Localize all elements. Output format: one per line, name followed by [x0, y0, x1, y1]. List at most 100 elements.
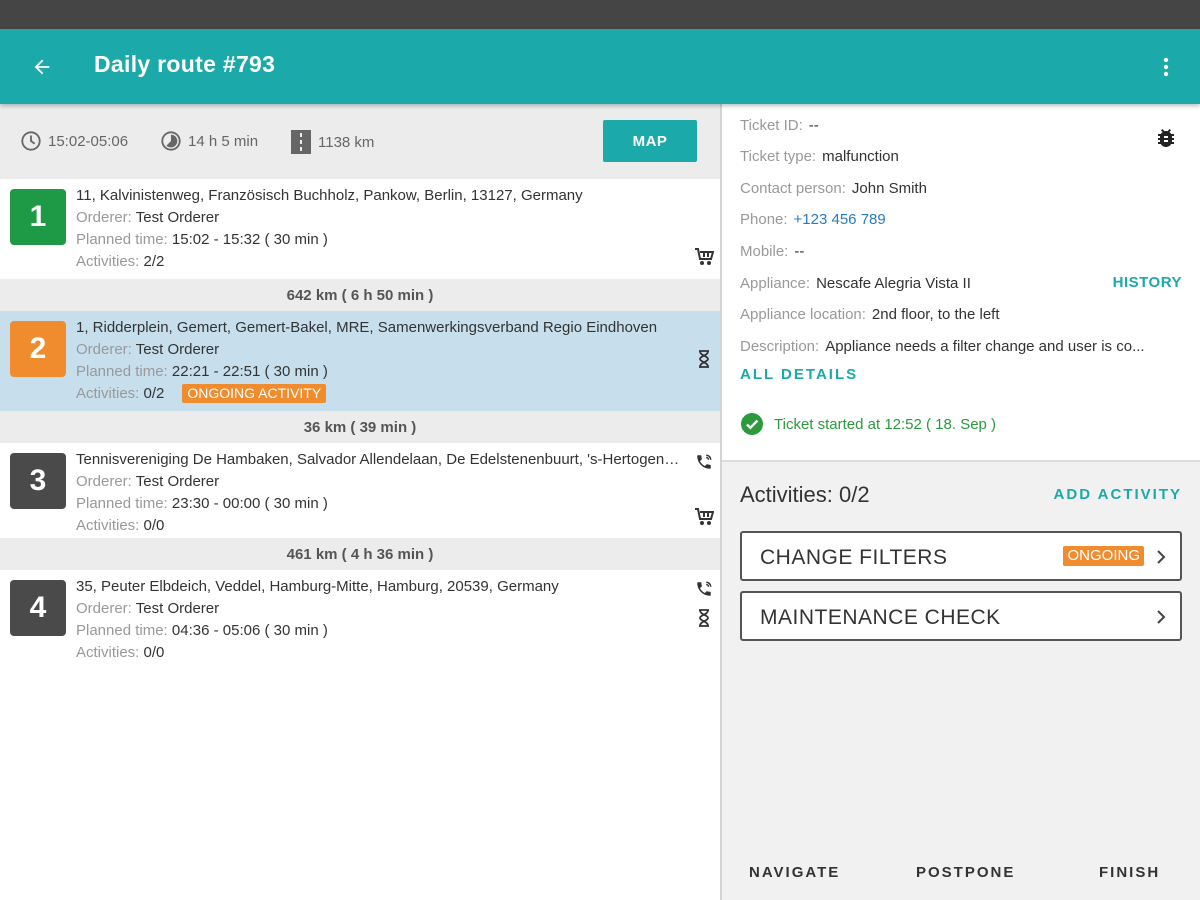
chevron-right-icon [1157, 550, 1166, 564]
ongoing-badge: ONGOING [1063, 546, 1144, 566]
orderer-label: Orderer: [76, 341, 132, 358]
distance-separator: 36 km ( 39 min ) [0, 411, 720, 443]
planned-time-value: 23:30 - 00:00 ( 30 min ) [171, 495, 328, 512]
phone-in-talk-icon [694, 452, 714, 472]
postpone-button[interactable]: POSTPONE [916, 864, 1015, 881]
appliance-label: Appliance: [740, 275, 811, 292]
activity-name: MAINTENANCE CHECK [760, 606, 1001, 629]
phone-link[interactable]: +123 456 789 [794, 211, 886, 228]
ticket-type-value: malfunction [822, 148, 899, 165]
activities-title: Activities: 0/2 [740, 482, 870, 507]
stop-address: 1, Ridderplein, Gemert, Gemert-Bakel, MR… [76, 319, 658, 336]
activities-label: Activities: [76, 517, 140, 534]
summary-time: 15:02-05:06 [20, 130, 128, 152]
finish-button[interactable]: FINISH [1099, 864, 1160, 881]
route-summary: 15:02-05:06 14 h 5 min 1138 km MAP [0, 104, 720, 179]
appliance-value: Nescafe Alegria Vista II [816, 275, 971, 292]
ticket-type-label: Ticket type: [740, 148, 817, 165]
distance-separator: 461 km ( 4 h 36 min ) [0, 538, 720, 570]
activities-value: 0/0 [143, 517, 165, 534]
back-button[interactable] [24, 49, 60, 85]
navigate-button[interactable]: NAVIGATE [749, 864, 840, 881]
orderer-value: Test Orderer [135, 341, 220, 358]
appliance-location-value: 2nd floor, to the left [871, 306, 1000, 323]
summary-duration: 14 h 5 min [160, 130, 258, 152]
delivery-cart-icon [694, 247, 714, 267]
ticket-card: Ticket ID: -- Ticket type: malfunction Con… [722, 104, 1200, 462]
orderer-value: Test Orderer [135, 600, 220, 617]
orderer-label: Orderer: [76, 600, 132, 617]
ongoing-activity-badge: ONGOING ACTIVITY [182, 384, 327, 403]
planned-time-value: 22:21 - 22:51 ( 30 min ) [171, 363, 328, 380]
timelapse-icon [161, 131, 181, 151]
route-list-panel: 15:02-05:06 14 h 5 min 1138 km MAP 1 11,… [0, 104, 720, 900]
delivery-cart-icon [694, 507, 714, 527]
route-stop-1[interactable]: 1 11, Kalvinistenweg, Französisch Buchho… [0, 179, 720, 279]
status-bar [0, 0, 1200, 29]
history-button[interactable]: HISTORY [1113, 274, 1182, 291]
phone-label: Phone: [740, 211, 788, 228]
check-circle-icon [741, 413, 763, 435]
stop-address: Tennisvereniging De Hambaken, Salvador A… [76, 451, 686, 468]
planned-time-label: Planned time: [76, 363, 168, 380]
activities-label: Activities: [76, 253, 140, 270]
more-menu-button[interactable] [1148, 49, 1184, 85]
hourglass-icon [694, 608, 714, 628]
clock-icon [21, 131, 41, 151]
activities-value: 2/2 [143, 253, 165, 270]
mobile-value: -- [794, 243, 805, 260]
planned-time-label: Planned time: [76, 495, 168, 512]
page-title: Daily route #793 [94, 51, 276, 77]
distance-separator: 642 km ( 6 h 50 min ) [0, 279, 720, 311]
ticket-id-label: Ticket ID: [740, 117, 803, 134]
orderer-label: Orderer: [76, 473, 132, 490]
ticket-id-value: -- [808, 117, 819, 134]
description-label: Description: [740, 338, 820, 355]
stop-detail-panel: Ticket ID: -- Ticket type: malfunction Con… [722, 104, 1200, 900]
stop-number-badge: 3 [10, 453, 66, 509]
mobile-label: Mobile: [740, 243, 789, 260]
summary-time-text: 15:02-05:06 [48, 132, 129, 150]
description-value: Appliance needs a filter change and user… [825, 338, 1145, 355]
all-details-button[interactable]: ALL DETAILS [740, 366, 858, 383]
phone-in-talk-icon [694, 579, 714, 599]
orderer-value: Test Orderer [135, 209, 220, 226]
orderer-value: Test Orderer [135, 473, 220, 490]
route-stop-3[interactable]: 3 Tennisvereniging De Hambaken, Salvador… [0, 443, 720, 543]
summary-distance: 1138 km [290, 130, 374, 154]
orderer-label: Orderer: [76, 209, 132, 226]
appliance-location-label: Appliance location: [740, 306, 866, 323]
ticket-started-status: Ticket started at 12:52 ( 18. Sep ) [740, 412, 996, 436]
planned-time-label: Planned time: [76, 622, 168, 639]
hourglass-icon [694, 349, 714, 369]
planned-time-value: 15:02 - 15:32 ( 30 min ) [171, 231, 328, 248]
add-activity-button[interactable]: ADD ACTIVITY [1054, 486, 1182, 503]
activity-name: CHANGE FILTERS [760, 546, 948, 569]
summary-duration-text: 14 h 5 min [188, 132, 259, 150]
bug-icon [1154, 126, 1178, 150]
stop-number-badge: 2 [10, 321, 66, 377]
map-button[interactable]: MAP [603, 120, 697, 162]
route-stop-4[interactable]: 4 35, Peuter Elbdeich, Veddel, Hamburg-M… [0, 570, 720, 670]
stop-address: 35, Peuter Elbdeich, Veddel, Hamburg-Mit… [76, 578, 559, 595]
stop-number-badge: 4 [10, 580, 66, 636]
planned-time-label: Planned time: [76, 231, 168, 248]
activities-value: 0/0 [143, 644, 165, 661]
activities-value: 0/2 [143, 385, 165, 402]
arrow-back-icon [34, 59, 50, 75]
activities-label: Activities: [76, 644, 140, 661]
road-icon [291, 130, 311, 154]
route-stop-2[interactable]: 2 1, Ridderplein, Gemert, Gemert-Bakel, … [0, 311, 720, 411]
ticket-started-text: Ticket started at 12:52 ( 18. Sep ) [774, 415, 997, 433]
activity-maintenance-check[interactable]: MAINTENANCE CHECK [740, 591, 1182, 641]
app-bar: Daily route #793 [0, 29, 1200, 104]
chevron-right-icon [1157, 610, 1166, 624]
summary-distance-text: 1138 km [318, 133, 375, 151]
activities-label: Activities: [76, 385, 140, 402]
stop-address: 11, Kalvinistenweg, Französisch Buchholz… [76, 187, 583, 204]
contact-person-label: Contact person: [740, 180, 846, 197]
stop-number-badge: 1 [10, 189, 66, 245]
planned-time-value: 04:36 - 05:06 ( 30 min ) [171, 622, 328, 639]
activity-change-filters[interactable]: CHANGE FILTERS ONGOING [740, 531, 1182, 581]
more-vert-icon [1163, 57, 1169, 77]
